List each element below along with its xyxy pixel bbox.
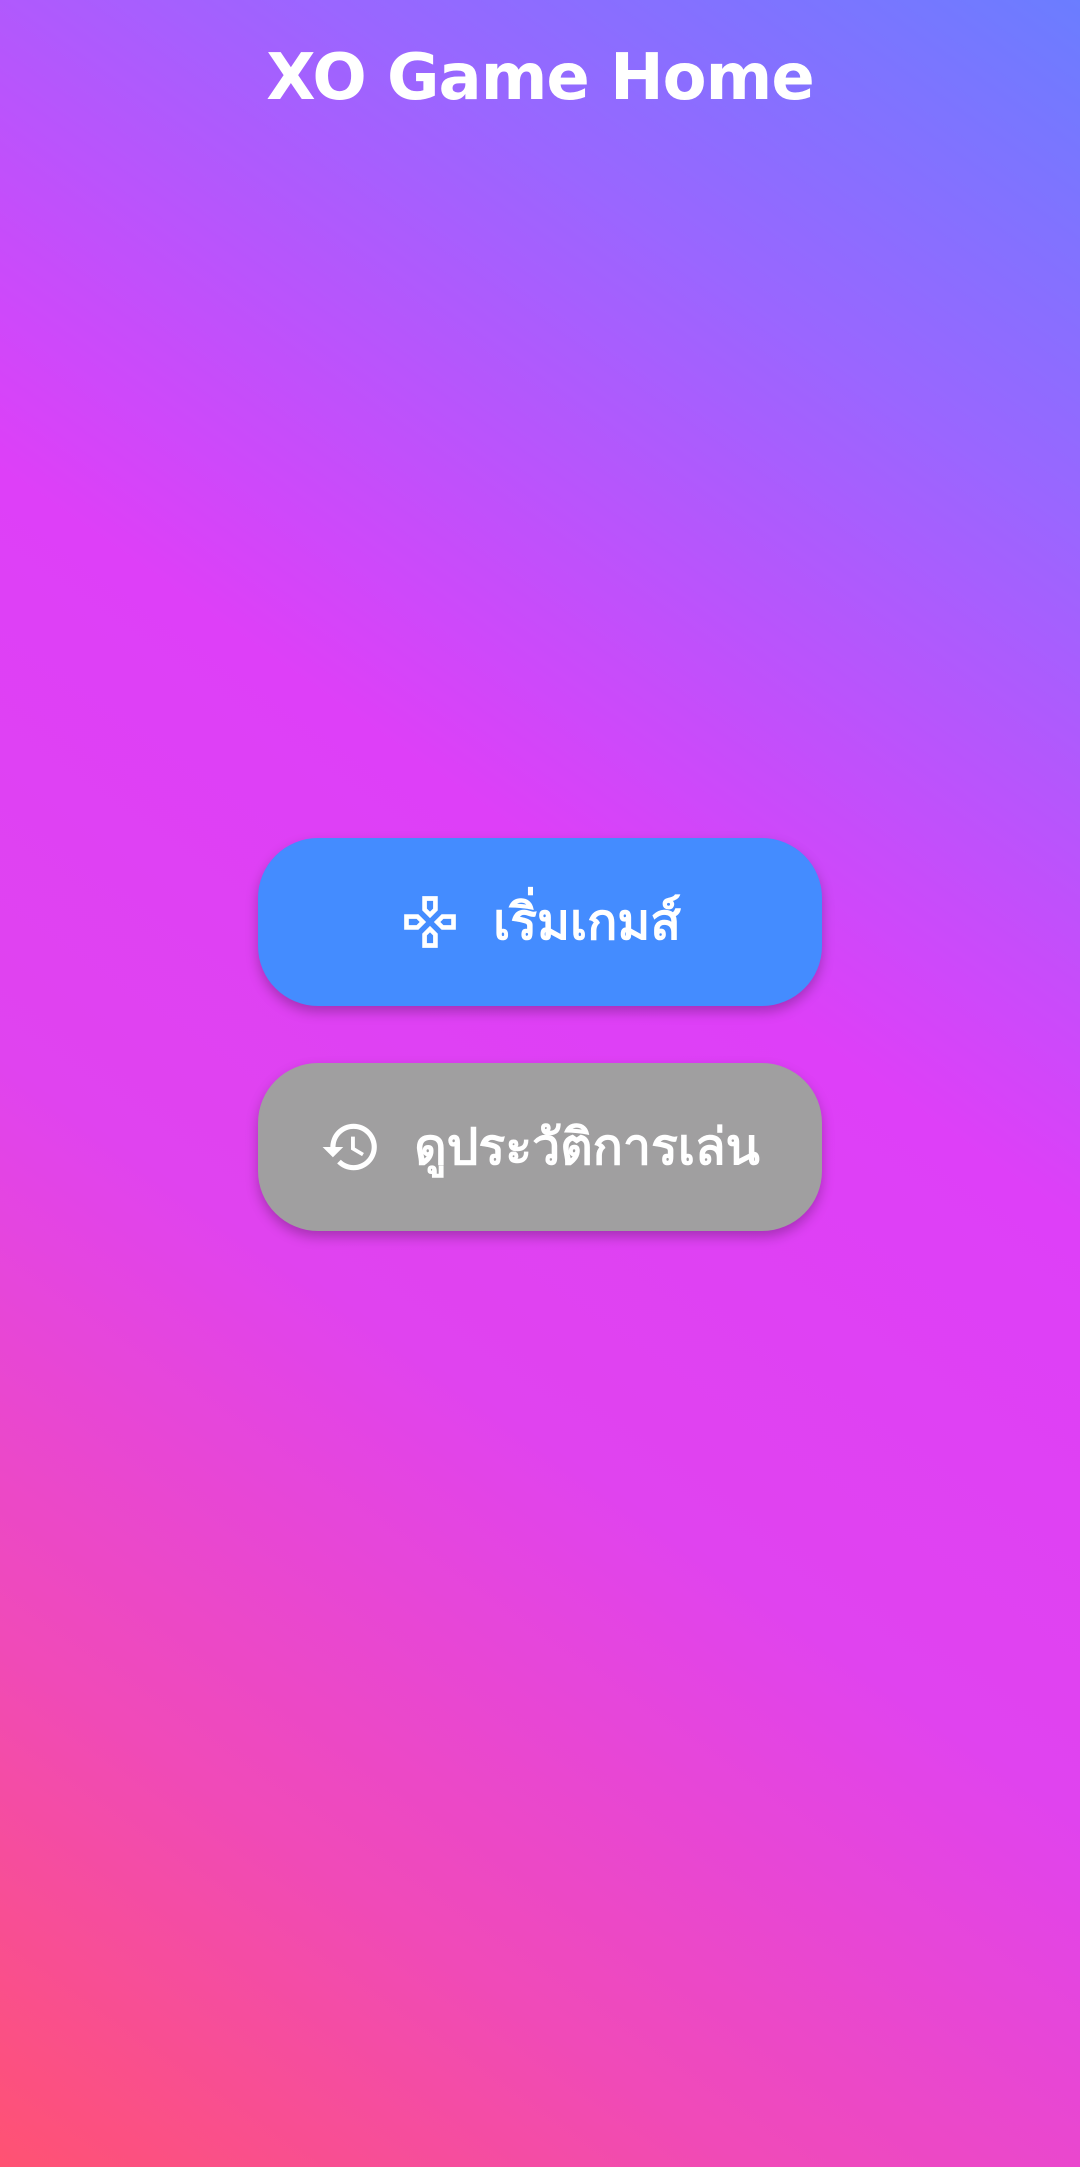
page-title: XO Game Home bbox=[266, 41, 814, 115]
start-game-label: เริ่มเกมส์ bbox=[493, 893, 681, 951]
start-game-button[interactable]: เริ่มเกมส์ bbox=[258, 838, 822, 1006]
view-history-label: ดูประวัติการเล่น bbox=[414, 1118, 760, 1176]
history-icon bbox=[320, 1116, 382, 1178]
gamepad-icon bbox=[399, 891, 461, 953]
view-history-button[interactable]: ดูประวัติการเล่น bbox=[258, 1063, 822, 1231]
